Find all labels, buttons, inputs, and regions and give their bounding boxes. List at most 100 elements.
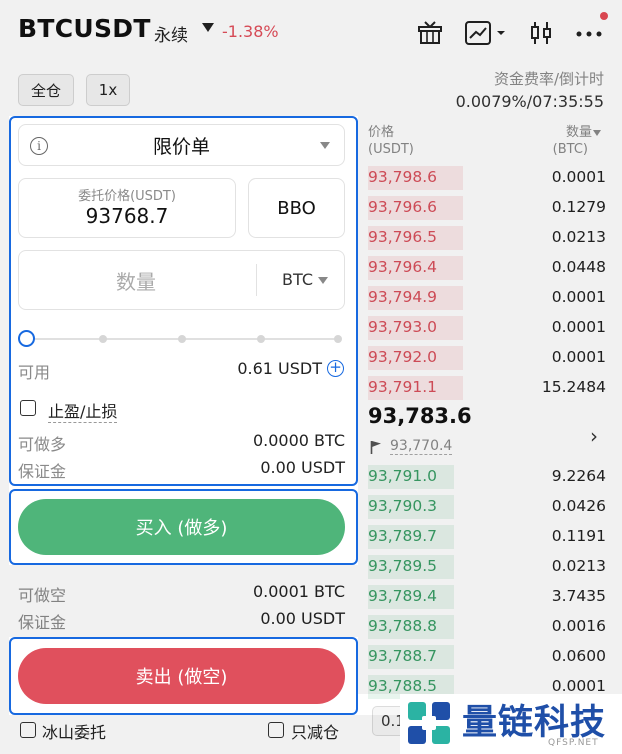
tpsl-checkbox[interactable]: [20, 400, 36, 416]
ask-row[interactable]: 93,798.6 0.0001: [368, 162, 606, 192]
bid-row[interactable]: 93,789.4 3.7435: [368, 581, 606, 611]
bid-row[interactable]: 93,789.5 0.0213: [368, 551, 606, 581]
bid-price[interactable]: 93,788.7: [368, 647, 437, 665]
ask-qty[interactable]: 0.0448: [552, 258, 606, 276]
bid-row[interactable]: 93,790.3 0.0426: [368, 491, 606, 521]
bid-qty[interactable]: 0.0600: [552, 647, 606, 665]
slider-handle[interactable]: [18, 330, 35, 347]
ask-qty[interactable]: 15.2484: [542, 378, 606, 396]
more-icon[interactable]: [572, 16, 606, 50]
bid-price[interactable]: 93,791.0: [368, 467, 437, 485]
available-label: 可用: [18, 363, 51, 382]
transfer-plus-icon[interactable]: +: [327, 360, 344, 377]
bid-qty[interactable]: 0.0016: [552, 617, 606, 635]
leverage-button[interactable]: 1x: [86, 74, 130, 106]
ask-qty[interactable]: 0.0001: [552, 288, 606, 306]
available-value: 0.61 USDT: [237, 359, 322, 378]
funding-value: 0.0079%/07:35:55: [455, 92, 604, 111]
long-margin-value: 0.00 USDT: [260, 458, 345, 477]
price-column-header: 价格: [368, 125, 395, 140]
bid-row[interactable]: 93,788.7 0.0600: [368, 641, 606, 671]
bid-price[interactable]: 93,788.5: [368, 677, 437, 695]
gift-icon[interactable]: [414, 16, 446, 50]
ask-qty[interactable]: 0.0001: [552, 348, 606, 366]
symbol-title[interactable]: BTCUSDT: [18, 14, 151, 43]
ask-price[interactable]: 93,791.1: [368, 378, 437, 396]
bid-price[interactable]: 93,789.5: [368, 557, 437, 575]
bid-row[interactable]: 93,788.8 0.0016: [368, 611, 606, 641]
ask-row[interactable]: 93,793.0 0.0001: [368, 312, 606, 342]
ask-qty[interactable]: 0.0213: [552, 228, 606, 246]
price-column-unit: (USDT): [368, 142, 414, 157]
ask-price[interactable]: 93,794.9: [368, 288, 437, 306]
quantity-unit-select[interactable]: BTC: [282, 270, 313, 289]
funding-label[interactable]: 资金费率/倒计时: [494, 68, 604, 89]
ask-price[interactable]: 93,792.0: [368, 348, 437, 366]
tpsl-label[interactable]: 止盈/止损: [48, 398, 118, 423]
ask-qty[interactable]: 0.0001: [552, 168, 606, 186]
ask-row[interactable]: 93,796.4 0.0448: [368, 252, 606, 282]
short-margin-value: 0.00 USDT: [260, 609, 345, 628]
ask-row[interactable]: 93,796.6 0.1279: [368, 192, 606, 222]
candlestick-icon[interactable]: [526, 16, 556, 50]
reduce-only-label[interactable]: 只减仓: [291, 719, 339, 743]
bid-price[interactable]: 93,788.8: [368, 617, 437, 635]
slider-step-dot[interactable]: [334, 335, 342, 343]
bid-qty[interactable]: 0.1191: [552, 527, 606, 545]
long-max-value: 0.0000 BTC: [252, 431, 345, 450]
price-change: -1.38%: [222, 22, 279, 41]
flag-icon: [370, 439, 382, 454]
chevron-down-icon: [320, 142, 330, 149]
bid-qty[interactable]: 9.2264: [552, 467, 606, 485]
contract-type[interactable]: 永续: [154, 21, 188, 46]
qty-column-header[interactable]: 数量: [566, 125, 592, 141]
ask-row[interactable]: 93,792.0 0.0001: [368, 342, 606, 372]
sort-down-icon[interactable]: [593, 130, 601, 136]
bid-row[interactable]: 93,789.7 0.1191: [368, 521, 606, 551]
bid-qty[interactable]: 3.7435: [552, 587, 606, 605]
ask-row[interactable]: 93,796.5 0.0213: [368, 222, 606, 252]
price-label: 委托价格(USDT): [78, 189, 176, 204]
last-price[interactable]: 93,783.6: [368, 404, 472, 428]
dim-overlay: [0, 116, 9, 715]
reduce-only-checkbox[interactable]: [268, 722, 284, 738]
sell-short-button[interactable]: 卖出 (做空): [18, 648, 345, 704]
notification-dot: [600, 12, 608, 20]
ask-price[interactable]: 93,796.4: [368, 258, 437, 276]
margin-mode-button[interactable]: 全仓: [18, 74, 74, 106]
bid-price[interactable]: 93,789.4: [368, 587, 437, 605]
short-margin-label: 保证金: [18, 613, 67, 632]
slider-step-dot[interactable]: [99, 335, 107, 343]
ask-price[interactable]: 93,798.6: [368, 168, 437, 186]
quantity-placeholder: 数量: [116, 270, 156, 294]
index-price[interactable]: 93,770.4: [390, 438, 453, 455]
info-icon[interactable]: i: [30, 137, 48, 155]
bid-qty[interactable]: 0.0001: [552, 677, 606, 695]
iceberg-label[interactable]: 冰山委托: [42, 719, 106, 743]
ask-row[interactable]: 93,791.1 15.2484: [368, 372, 606, 402]
watermark-logo-icon: [404, 698, 456, 750]
slider-step-dot[interactable]: [178, 335, 186, 343]
ask-price[interactable]: 93,796.5: [368, 228, 437, 246]
price-value[interactable]: 93768.7: [18, 204, 236, 228]
bid-price[interactable]: 93,789.7: [368, 527, 437, 545]
bbo-button[interactable]: BBO: [248, 178, 345, 238]
chevron-right-icon[interactable]: ›: [590, 424, 598, 448]
ask-price[interactable]: 93,793.0: [368, 318, 437, 336]
symbol-dropdown-icon[interactable]: [202, 23, 214, 32]
ask-qty[interactable]: 0.1279: [552, 198, 606, 216]
long-max-label: 可做多: [18, 435, 67, 454]
bid-qty[interactable]: 0.0426: [552, 497, 606, 515]
bid-qty[interactable]: 0.0213: [552, 557, 606, 575]
watermark-subtext: QFSP.NET: [548, 738, 599, 748]
bid-price[interactable]: 93,790.3: [368, 497, 437, 515]
bid-row[interactable]: 93,791.0 9.2264: [368, 461, 606, 491]
order-type-select[interactable]: 限价单: [18, 124, 345, 166]
ask-qty[interactable]: 0.0001: [552, 318, 606, 336]
iceberg-checkbox[interactable]: [20, 722, 36, 738]
ask-row[interactable]: 93,794.9 0.0001: [368, 282, 606, 312]
chart-icon[interactable]: [462, 16, 510, 50]
slider-step-dot[interactable]: [257, 335, 265, 343]
buy-long-button[interactable]: 买入 (做多): [18, 499, 345, 555]
ask-price[interactable]: 93,796.6: [368, 198, 437, 216]
